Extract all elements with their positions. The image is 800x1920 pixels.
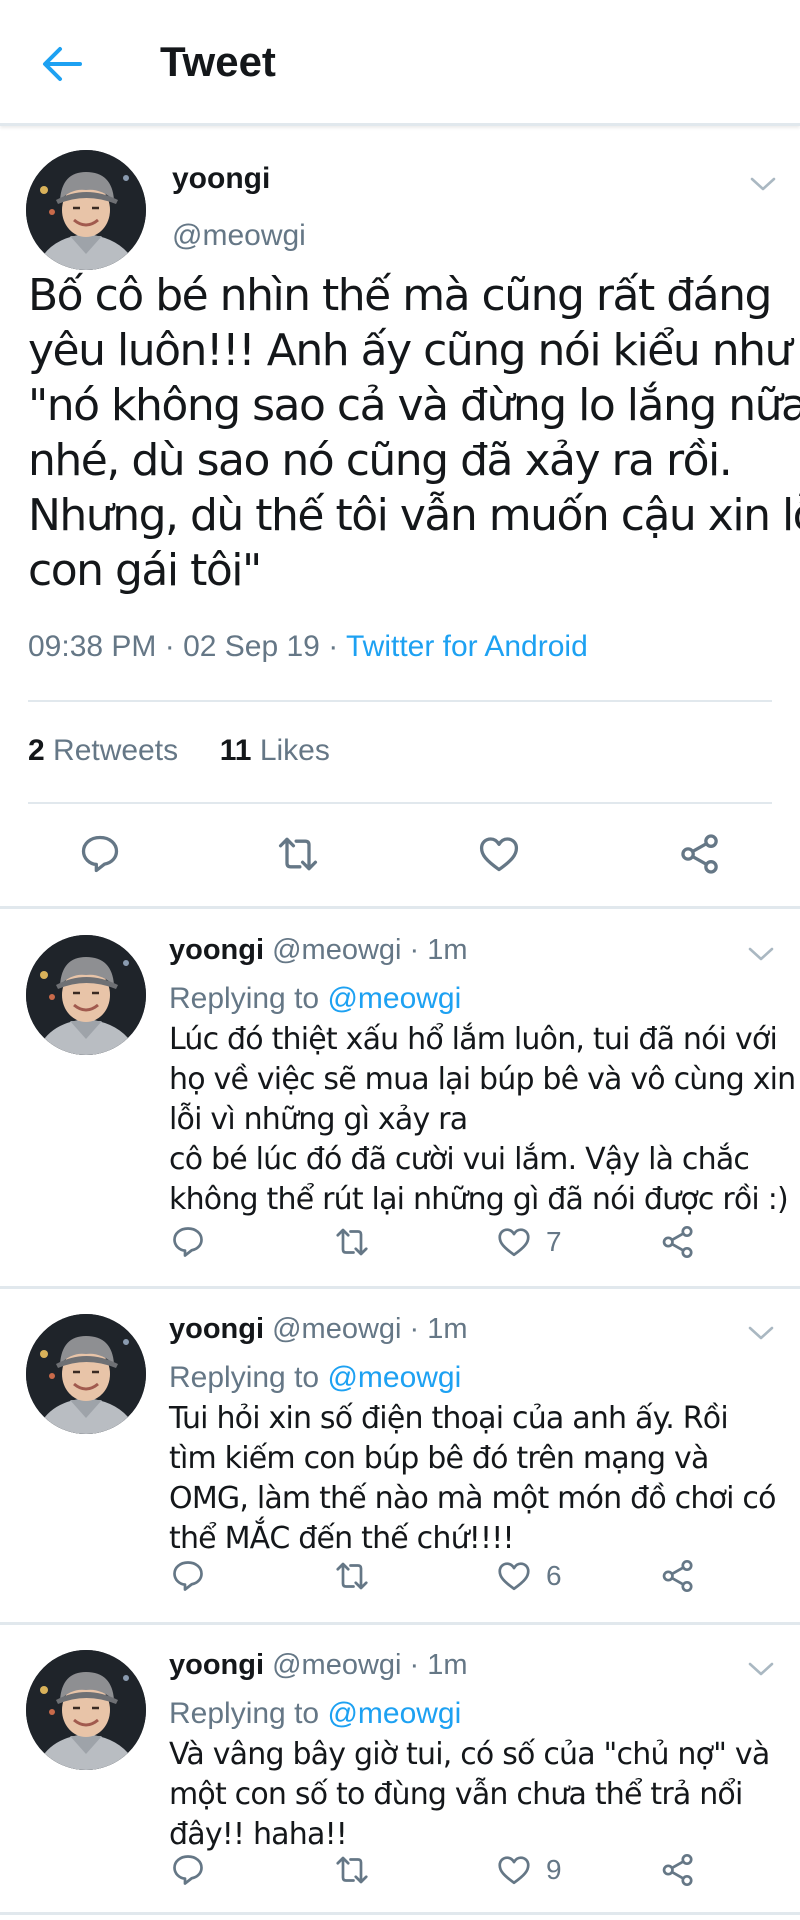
likes-stat[interactable]: 11 Likes	[220, 734, 330, 767]
reply-text-line: không thể rút lại những gì đã nói được r…	[169, 1182, 789, 1217]
author-name[interactable]: yoongi	[172, 162, 270, 196]
chevron-down-icon[interactable]	[746, 1323, 776, 1343]
reply-text-line: cô bé lúc đó đã cười vui lắm. Vậy là chắ…	[169, 1142, 750, 1177]
tweet-text-line: nhé, dù sao nó cũng đã xảy ra rồi.	[28, 435, 733, 486]
separator	[0, 1622, 800, 1625]
retweet-icon[interactable]	[276, 832, 320, 876]
reply-header: yoongi @meowgi · 1m	[169, 1313, 468, 1346]
reply-text: Tui hỏi xin số điện thoại của anh ấy. Rồ…	[169, 1399, 789, 1559]
reply-text-line: một con số to đùng vẫn chưa thể trả nổi	[169, 1777, 743, 1812]
likes-count: 11	[219, 734, 252, 767]
replying-to: Replying to @meowgi	[169, 1361, 461, 1395]
replying-to-prefix: Replying to	[169, 982, 328, 1015]
tweet-metadata: 09:38 PM · 02 Sep 19 · Twitter for Andro…	[28, 630, 588, 664]
tweet-text-line: Nhưng, dù thế tôi vẫn muốn cậu xin lỗi	[28, 490, 800, 541]
like-count: 9	[546, 1854, 562, 1885]
reply-icon[interactable]	[78, 832, 122, 876]
like-count: 6	[546, 1560, 562, 1591]
tweet-timestamp: 09:38 PM · 02 Sep 19 ·	[28, 630, 346, 663]
share-icon[interactable]	[678, 832, 722, 876]
author-name[interactable]: yoongi	[169, 1313, 264, 1345]
reply-text-line: Lúc đó thiệt xấu hổ lắm luôn, tui đã nói…	[169, 1022, 778, 1057]
avatar[interactable]	[26, 1314, 146, 1434]
author-handle-time: @meowgi · 1m	[272, 1649, 468, 1681]
like-count: 7	[546, 1226, 562, 1257]
retweet-icon[interactable]	[334, 1852, 370, 1888]
chevron-down-icon[interactable]	[746, 1659, 776, 1679]
separator	[0, 1286, 800, 1289]
tweet-text-line: Bố cô bé nhìn thế mà cũng rất đáng	[28, 270, 772, 321]
reply-text-line: họ về việc sẽ mua lại búp bê và vô cùng …	[169, 1062, 796, 1097]
share-icon[interactable]	[660, 1224, 696, 1260]
tweet-text-line: "nó không sao cả và đừng lo lắng nữa	[28, 380, 800, 431]
replying-to-handle[interactable]: @meowgi	[327, 1697, 461, 1730]
chevron-down-icon[interactable]	[748, 174, 778, 194]
divider	[28, 802, 772, 804]
replying-to-handle[interactable]: @meowgi	[327, 1361, 461, 1394]
replying-to-prefix: Replying to	[169, 1697, 328, 1730]
likes-label: Likes	[251, 734, 330, 767]
reply-text-line: lỗi vì những gì xảy ra	[169, 1102, 468, 1137]
replying-to: Replying to @meowgi	[169, 1697, 461, 1731]
avatar[interactable]	[26, 150, 146, 270]
reply-text-line: Và vâng bây giờ tui, có số của "chủ nợ" …	[169, 1737, 770, 1772]
tweet-source-link[interactable]: Twitter for Android	[346, 630, 588, 663]
separator	[0, 1912, 800, 1915]
retweets-stat[interactable]: 2 Retweets	[28, 734, 178, 767]
replying-to-prefix: Replying to	[169, 1361, 328, 1394]
share-icon[interactable]	[660, 1558, 696, 1594]
reply-text-line: tìm kiếm con búp bê đó trên mạng và	[169, 1441, 709, 1476]
like-icon[interactable]	[496, 1852, 532, 1888]
page-title: Tweet	[160, 38, 276, 85]
replying-to-handle[interactable]: @meowgi	[327, 982, 461, 1015]
reply-icon[interactable]	[170, 1224, 206, 1260]
reply-text-line: thể MẮC đến thế chứ!!!!	[169, 1521, 515, 1556]
reply-header: yoongi @meowgi · 1m	[169, 1649, 468, 1682]
reply-icon[interactable]	[170, 1852, 206, 1888]
reply-icon[interactable]	[170, 1558, 206, 1594]
author-handle[interactable]: @meowgi	[172, 219, 306, 253]
like-icon[interactable]	[496, 1224, 532, 1260]
like-icon[interactable]	[496, 1558, 532, 1594]
share-icon[interactable]	[660, 1852, 696, 1888]
replying-to: Replying to @meowgi	[169, 982, 461, 1016]
author-name[interactable]: yoongi	[169, 1649, 264, 1681]
avatar[interactable]	[26, 1650, 146, 1770]
reply-header: yoongi @meowgi · 1m	[169, 934, 468, 967]
tweet-text-line: con gái tôi"	[28, 545, 262, 596]
reply-text-line: đây!! haha!!	[169, 1817, 348, 1852]
author-name[interactable]: yoongi	[169, 934, 264, 966]
reply-text-line: OMG, làm thế nào mà một món đồ chơi có	[169, 1481, 776, 1516]
retweets-count: 2	[28, 734, 45, 767]
separator	[0, 906, 800, 909]
reply-text-line: Tui hỏi xin số điện thoại của anh ấy. Rồ…	[169, 1401, 729, 1436]
retweet-icon[interactable]	[334, 1558, 370, 1594]
divider	[28, 700, 772, 702]
top-app-bar: Tweet	[0, 0, 800, 126]
tweet-stats: 2 Retweets 11 Likes	[28, 734, 330, 768]
author-handle-time: @meowgi · 1m	[272, 934, 468, 966]
reply-text: Lúc đó thiệt xấu hổ lắm luôn, tui đã nói…	[169, 1020, 796, 1220]
retweets-label: Retweets	[44, 734, 179, 767]
avatar[interactable]	[26, 935, 146, 1055]
tweet-text-line: yêu luôn!!! Anh ấy cũng nói kiểu như	[28, 325, 792, 376]
author-handle-time: @meowgi · 1m	[272, 1313, 468, 1345]
tweet-text: Bố cô bé nhìn thế mà cũng rất đáng yêu l…	[28, 268, 800, 598]
like-icon[interactable]	[477, 832, 521, 876]
retweet-icon[interactable]	[334, 1224, 370, 1260]
chevron-down-icon[interactable]	[746, 944, 776, 964]
reply-text: Và vâng bây giờ tui, có số của "chủ nợ" …	[169, 1735, 789, 1855]
back-arrow-icon[interactable]	[38, 40, 86, 88]
